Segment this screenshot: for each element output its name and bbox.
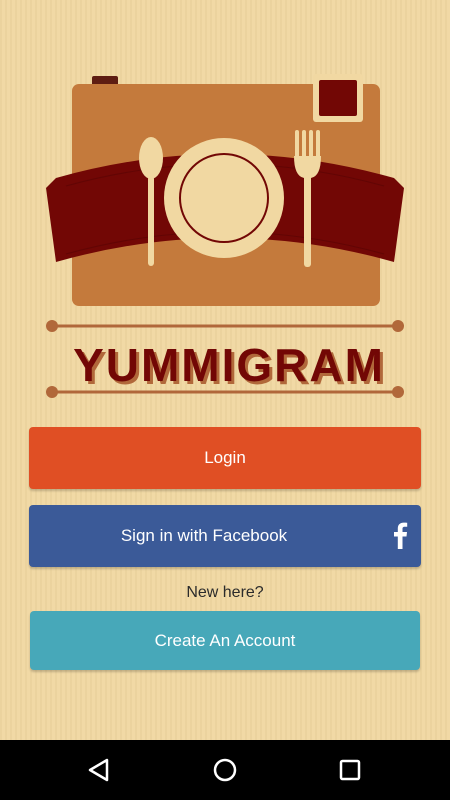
facebook-signin-label: Sign in with Facebook bbox=[120, 526, 288, 545]
yummigram-logo-graphic: YUMMIGRAM YUMMIGRAM bbox=[46, 74, 404, 398]
recents-square-icon[interactable] bbox=[335, 755, 365, 785]
create-account-button[interactable]: Create An Account bbox=[30, 611, 420, 670]
login-button-label: Login bbox=[204, 448, 246, 467]
system-navigation-bar bbox=[0, 740, 450, 800]
login-button[interactable]: Login bbox=[29, 427, 421, 489]
facebook-f-icon bbox=[394, 522, 408, 549]
facebook-signin-button[interactable]: Sign in with Facebook bbox=[29, 505, 421, 567]
app-logo: YUMMIGRAM YUMMIGRAM bbox=[0, 0, 450, 410]
brand-wordmark: YUMMIGRAM bbox=[73, 339, 385, 391]
back-triangle-icon[interactable] bbox=[84, 755, 114, 785]
new-here-text: New here? bbox=[186, 584, 264, 601]
home-circle-icon[interactable] bbox=[210, 755, 240, 785]
create-account-label: Create An Account bbox=[154, 630, 296, 650]
